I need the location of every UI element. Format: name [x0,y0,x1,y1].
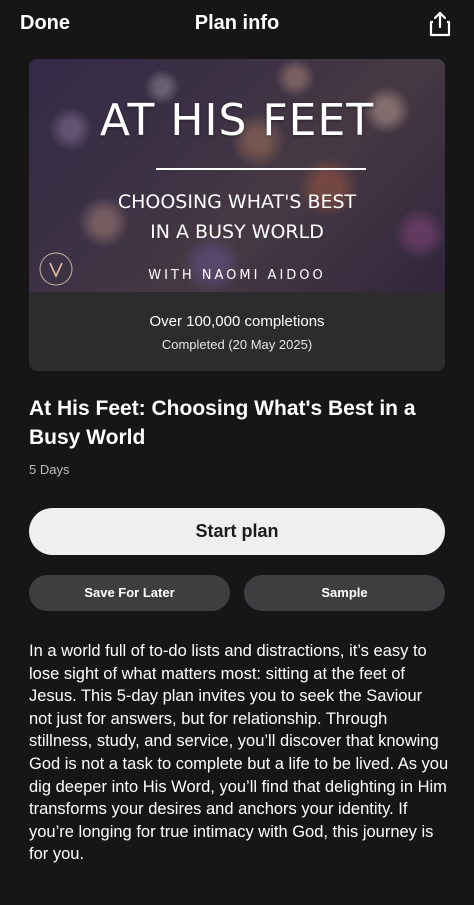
cover-title: AT HIS FEET [99,95,375,146]
publisher-logo-icon [39,252,73,286]
cover-subtitle-line-1: CHOOSING WHAT'S BEST [117,191,357,213]
share-button[interactable] [428,11,452,37]
cover-divider [156,168,366,170]
plan-hero-card: AT HIS FEET CHOOSING WHAT'S BEST IN A BU… [29,59,445,371]
completion-stats: Over 100,000 completions Completed (20 M… [29,292,445,371]
cover-subtitle: CHOOSING WHAT'S BEST IN A BUSY WORLD [29,187,445,247]
plan-title: At His Feet: Choosing What's Best in a B… [29,397,416,449]
completed-date: Completed (20 May 2025) [161,337,313,352]
plan-cover-image: AT HIS FEET CHOOSING WHAT'S BEST IN A BU… [29,59,445,292]
share-icon [429,11,451,37]
plan-duration: 5 Days [29,462,70,477]
top-nav-bar: Done Plan info [0,0,474,50]
completions-count: Over 100,000 completions [149,313,325,330]
save-for-later-button[interactable]: Save For Later [29,575,230,611]
sample-button[interactable]: Sample [244,575,445,611]
plan-description: In a world full of to-do lists and distr… [29,642,449,864]
start-plan-button[interactable]: Start plan [29,508,445,555]
cover-subtitle-line-2: IN A BUSY WORLD [150,221,324,243]
page-title: Plan info [194,12,280,34]
cover-author: WITH NAOMI AIDOO [148,268,326,283]
